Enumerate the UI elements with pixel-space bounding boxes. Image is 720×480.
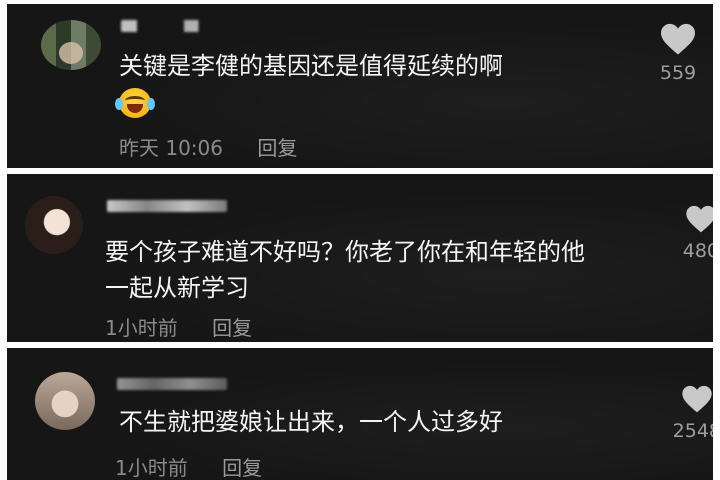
reply-button[interactable]: 回复 bbox=[257, 136, 297, 160]
comment-screenshot-collage: 关键是李健的基因还是值得延续的啊 昨天 10:06 回复 559 要个孩子难道不… bbox=[0, 0, 720, 480]
comment-meta: 1小时前 回复 bbox=[115, 452, 262, 480]
comment-text: 不生就把婆娘让出来，一个人过多好 bbox=[119, 404, 503, 440]
like-button[interactable]: 559 bbox=[659, 22, 697, 84]
like-count: 559 bbox=[659, 62, 697, 84]
comment-timestamp: 昨天 10:06 bbox=[119, 136, 223, 160]
heart-icon[interactable] bbox=[685, 204, 713, 234]
comment-card: 要个孩子难道不好吗？你老了你在和年轻的他 一起从新学习 1小时前 回复 480 bbox=[7, 174, 713, 342]
avatar[interactable] bbox=[41, 20, 101, 70]
reply-button[interactable]: 回复 bbox=[212, 316, 252, 340]
comment-card: 不生就把婆娘让出来，一个人过多好 1小时前 回复 2548 bbox=[7, 348, 713, 480]
like-button[interactable]: 2548 bbox=[673, 384, 713, 442]
comment-text-line: 关键是李健的基因还是值得延续的啊 bbox=[119, 52, 503, 80]
comment-meta: 1小时前 回复 bbox=[105, 312, 252, 341]
laughing-crying-emoji-icon bbox=[115, 88, 155, 118]
comment-timestamp: 1小时前 bbox=[115, 456, 188, 480]
comment-text: 关键是李健的基因还是值得延续的啊 bbox=[119, 48, 503, 84]
like-count: 2548 bbox=[672, 420, 713, 442]
reply-button[interactable]: 回复 bbox=[222, 456, 262, 480]
comment-card: 关键是李健的基因还是值得延续的啊 昨天 10:06 回复 559 bbox=[7, 4, 713, 168]
avatar[interactable] bbox=[35, 372, 95, 430]
heart-icon[interactable] bbox=[681, 384, 713, 414]
comment-text-line: 不生就把婆娘让出来，一个人过多好 bbox=[119, 408, 503, 436]
heart-icon[interactable] bbox=[659, 22, 697, 56]
comment-timestamp: 1小时前 bbox=[105, 316, 178, 340]
avatar[interactable] bbox=[25, 196, 83, 254]
comment-meta: 昨天 10:06 回复 bbox=[119, 132, 297, 161]
username-redacted[interactable] bbox=[107, 200, 227, 212]
comment-text-line: 一起从新学习 bbox=[105, 274, 249, 302]
comment-text-line: 要个孩子难道不好吗？你老了你在和年轻的他 bbox=[105, 238, 585, 266]
like-count: 480 bbox=[682, 240, 713, 262]
username-redacted[interactable] bbox=[121, 20, 211, 32]
username-redacted[interactable] bbox=[117, 378, 227, 390]
comment-text: 要个孩子难道不好吗？你老了你在和年轻的他 一起从新学习 bbox=[105, 234, 585, 306]
like-button[interactable]: 480 bbox=[683, 204, 713, 262]
